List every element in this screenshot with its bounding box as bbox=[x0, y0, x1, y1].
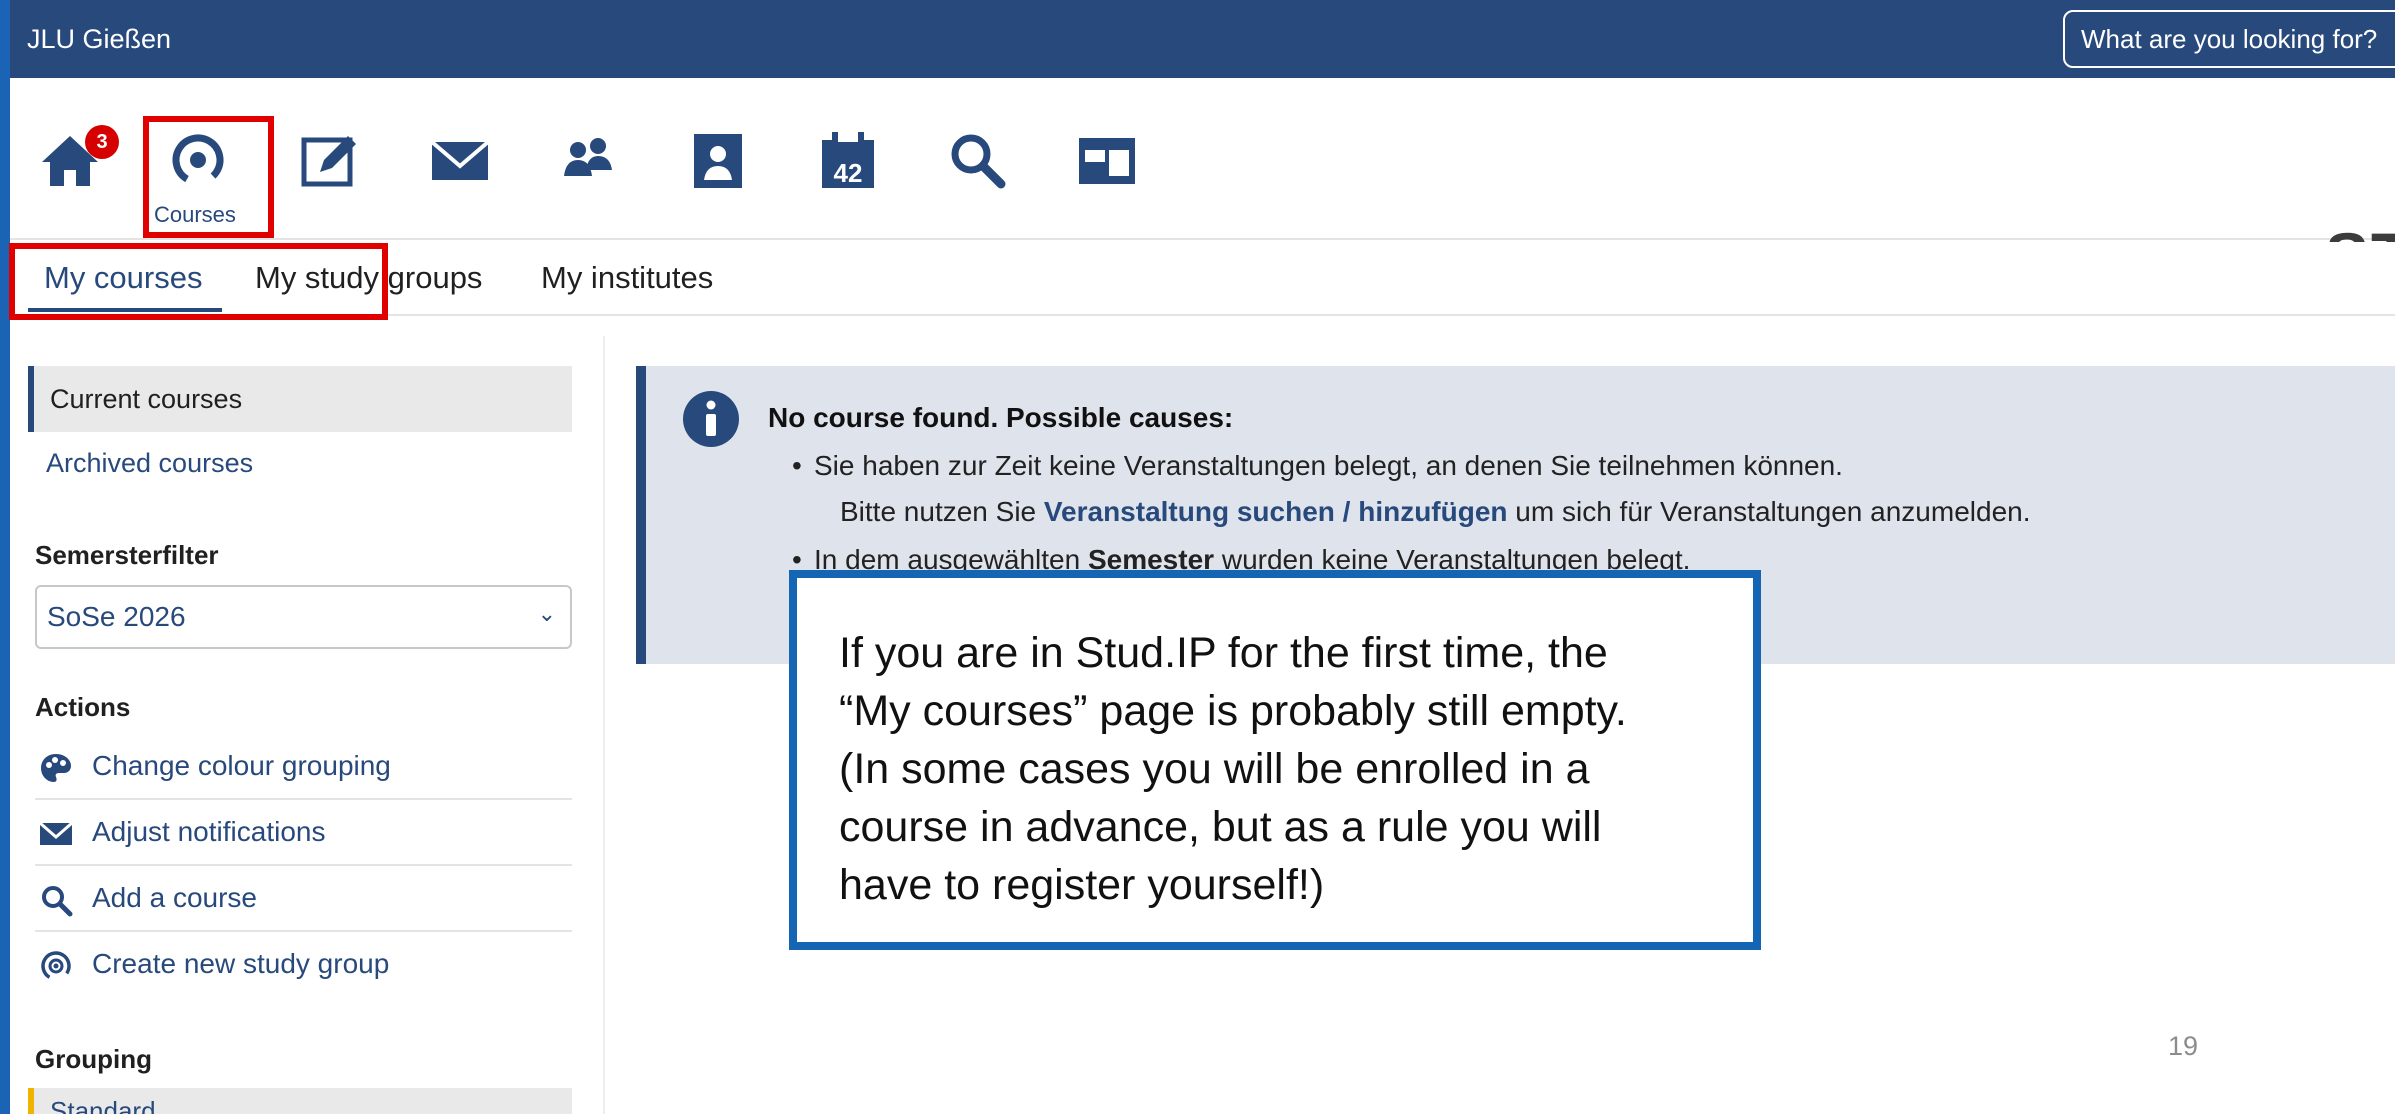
info-line-2-prefix: Bitte nutzen Sie bbox=[840, 496, 1044, 527]
info-title: No course found. Possible causes: bbox=[768, 402, 1234, 433]
info-line-2: Bitte nutzen Sie Veranstaltung suchen / … bbox=[840, 496, 2031, 528]
action-label: Change colour grouping bbox=[92, 750, 391, 781]
semester-select[interactable]: SoSe 2026 ⌄ bbox=[35, 585, 572, 649]
info-line-2-suffix: um sich für Veranstaltungen anzumelden. bbox=[1507, 496, 2031, 527]
forum-nav-button[interactable] bbox=[290, 128, 370, 208]
community-nav-button[interactable] bbox=[548, 128, 628, 208]
tab-my-institutes[interactable]: My institutes bbox=[541, 260, 713, 296]
action-add-course[interactable]: Add a course bbox=[35, 866, 572, 932]
slide-left-stripe bbox=[0, 0, 10, 1114]
study-group-icon bbox=[41, 951, 71, 981]
action-change-colour-grouping[interactable]: Change colour grouping bbox=[35, 734, 572, 800]
sidebar-item-archived-courses[interactable]: Archived courses bbox=[46, 448, 253, 479]
callout-line: course in advance, but as a rule you wil… bbox=[839, 803, 1602, 851]
semester-select-value: SoSe 2026 bbox=[47, 601, 186, 632]
actions-heading: Actions bbox=[35, 692, 131, 722]
action-create-study-group[interactable]: Create new study group bbox=[35, 932, 572, 998]
sidebar-divider bbox=[603, 336, 605, 1114]
action-adjust-notifications[interactable]: Adjust notifications bbox=[35, 800, 572, 866]
people-icon bbox=[564, 138, 612, 176]
calendar-icon: 42 bbox=[822, 132, 874, 188]
edit-icon bbox=[301, 136, 356, 187]
tabs-highlight-box bbox=[9, 243, 388, 320]
layout-icon bbox=[1079, 138, 1135, 184]
callout-line: (In some cases you will be enrolled in a bbox=[839, 745, 1590, 793]
tools-nav-button[interactable] bbox=[1067, 128, 1147, 208]
info-icon bbox=[683, 391, 739, 447]
courses-highlight-box bbox=[143, 116, 274, 238]
notification-badge: 3 bbox=[85, 125, 119, 159]
top-bar: JLU Gießen What are you looking for? bbox=[0, 0, 2395, 78]
profile-icon bbox=[694, 134, 742, 188]
grouping-heading: Grouping bbox=[35, 1044, 152, 1074]
envelope-icon bbox=[430, 140, 490, 180]
info-bullet-1: Sie haben zur Zeit keine Veranstaltungen… bbox=[792, 450, 1843, 482]
search-placeholder: What are you looking for? bbox=[2081, 24, 2378, 54]
action-label: Create new study group bbox=[92, 948, 390, 979]
callout-line: have to register yourself!) bbox=[839, 861, 1325, 909]
search-add-course-link[interactable]: Veranstaltung suchen / hinzufügen bbox=[1044, 496, 1508, 527]
grouping-item-standard[interactable]: Standard bbox=[28, 1088, 572, 1114]
search-icon bbox=[42, 886, 73, 917]
callout-line: If you are in Stud.IP for the first time… bbox=[839, 629, 1608, 677]
sidebar-item-current-courses[interactable]: Current courses bbox=[28, 366, 572, 432]
global-search-input[interactable]: What are you looking for? bbox=[2063, 10, 2395, 68]
action-label: Add a course bbox=[92, 882, 257, 913]
envelope-icon bbox=[39, 821, 73, 845]
calendar-nav-button[interactable]: 42 bbox=[808, 128, 888, 208]
callout-line: “My courses” page is probably still empt… bbox=[839, 687, 1627, 735]
calendar-day: 42 bbox=[834, 158, 863, 188]
messages-nav-button[interactable] bbox=[420, 128, 500, 208]
tutorial-callout: If you are in Stud.IP for the first time… bbox=[789, 570, 1761, 950]
semester-filter-heading: Semersterfilter bbox=[35, 540, 219, 570]
search-icon bbox=[951, 134, 1006, 189]
action-label: Adjust notifications bbox=[92, 816, 326, 847]
main-navigation: 42 ST bbox=[0, 78, 2395, 293]
chevron-down-icon: ⌄ bbox=[537, 601, 556, 626]
slide-number: 19 bbox=[2168, 1031, 2199, 1061]
search-nav-button[interactable] bbox=[937, 128, 1017, 208]
brand-name[interactable]: JLU Gießen bbox=[27, 24, 171, 55]
palette-icon bbox=[41, 754, 71, 782]
profile-nav-button[interactable] bbox=[678, 128, 758, 208]
